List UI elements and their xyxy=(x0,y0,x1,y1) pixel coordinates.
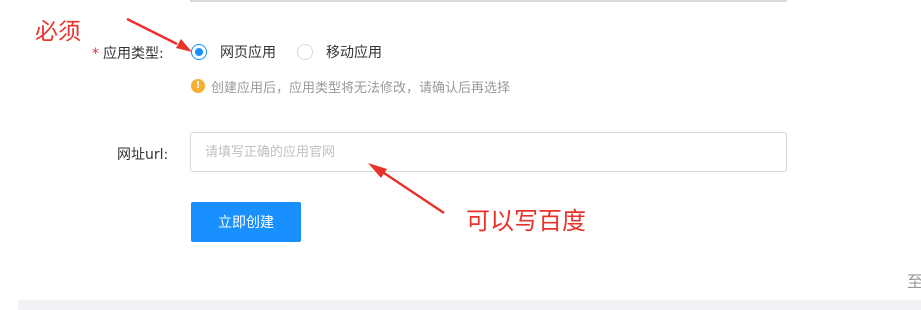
radio-web-app[interactable]: 网页应用 xyxy=(191,42,276,62)
app-type-label-text: 应用类型: xyxy=(103,46,164,62)
top-divider xyxy=(190,0,787,2)
annotation-required: 必须 xyxy=(35,19,81,45)
create-now-button[interactable]: 立即创建 xyxy=(191,202,301,242)
required-star: * xyxy=(92,46,99,62)
edge-clipped-text: 至 xyxy=(907,272,921,291)
app-type-label: * 应用类型: xyxy=(92,43,164,63)
app-type-hint-text: 创建应用后，应用类型将无法修改，请确认后再选择 xyxy=(211,80,511,96)
annotation-url-note: 可以写百度 xyxy=(466,207,586,235)
radio-mobile-app[interactable]: 移动应用 xyxy=(297,42,382,62)
radio-mobile-app-label[interactable]: 移动应用 xyxy=(326,42,382,62)
app-type-hint: ! 创建应用后，应用类型将无法修改，请确认后再选择 xyxy=(191,76,510,96)
app-create-form-screenshot: * 应用类型: 网页应用 移动应用 ! 创建应用后，应用类型将无法修改，请确认后再… xyxy=(0,0,921,310)
radio-web-app-label[interactable]: 网页应用 xyxy=(220,42,276,62)
radio-web-app-circle[interactable] xyxy=(191,44,207,60)
app-type-radio-group: 网页应用 移动应用 xyxy=(191,40,382,64)
warning-icon: ! xyxy=(191,79,205,93)
radio-mobile-app-circle[interactable] xyxy=(297,44,313,60)
bottom-separator xyxy=(18,300,921,310)
url-input[interactable] xyxy=(190,132,787,172)
url-label: 网址url: xyxy=(117,147,169,163)
